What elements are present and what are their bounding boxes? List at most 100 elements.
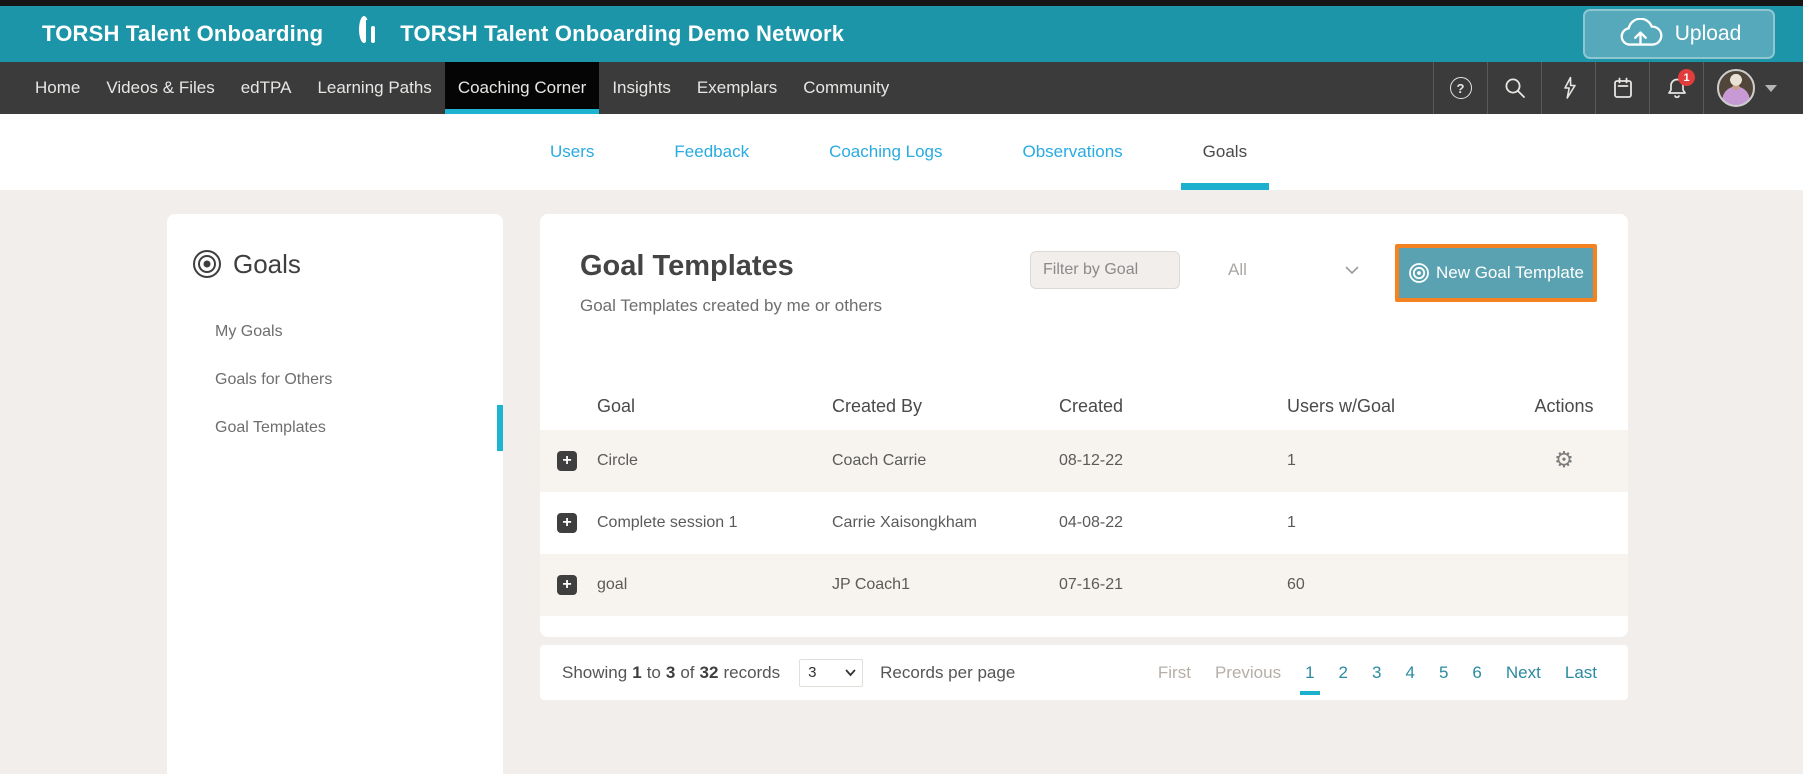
sidebar-item-my-goals[interactable]: My Goals	[167, 308, 503, 356]
expand-row-button[interactable]: +	[557, 575, 577, 595]
new-goal-template-label: New Goal Template	[1436, 263, 1584, 283]
cell-created-by: Carrie Xaisongkham	[832, 514, 1059, 532]
records-per-page-label: Records per page	[880, 663, 1015, 683]
search-icon	[1503, 76, 1527, 100]
cell-users-w-goal: 1	[1287, 452, 1517, 470]
caret-down-icon	[1765, 85, 1777, 92]
nav-item-community[interactable]: Community	[790, 62, 902, 114]
sidebar-item-label: My Goals	[215, 323, 283, 341]
upload-button[interactable]: Upload	[1583, 9, 1775, 59]
pagination: First Previous 1 2 3 4 5 6 Next Last	[1149, 663, 1606, 683]
new-goal-template-button[interactable]: New Goal Template	[1395, 244, 1597, 302]
pagination-previous[interactable]: Previous	[1206, 663, 1290, 683]
cloud-upload-icon	[1617, 18, 1663, 50]
help-button[interactable]: ?	[1433, 62, 1487, 114]
column-header-goal: Goal	[597, 396, 832, 417]
pagination-page-3[interactable]: 3	[1363, 663, 1390, 683]
pagination-page-1[interactable]: 1	[1296, 663, 1323, 683]
column-header-actions: Actions	[1517, 396, 1611, 417]
notification-badge: 1	[1678, 69, 1695, 86]
showing-total: 32	[700, 663, 719, 683]
calendar-button[interactable]	[1595, 62, 1649, 114]
nav-item-exemplars[interactable]: Exemplars	[684, 62, 790, 114]
nav-item-edtpa[interactable]: edTPA	[228, 62, 305, 114]
pagination-page-5[interactable]: 5	[1430, 663, 1457, 683]
filter-by-goal-input[interactable]	[1030, 251, 1180, 289]
new-goal-bullseye-icon	[1408, 262, 1430, 284]
cell-users-w-goal: 60	[1287, 576, 1517, 594]
page-title: Goal Templates	[580, 250, 794, 283]
table-header-row: Goal Created By Created Users w/Goal Act…	[540, 382, 1628, 430]
network-logo-icon	[359, 21, 386, 48]
nav-item-home[interactable]: Home	[22, 62, 93, 114]
tab-coaching-logs[interactable]: Coaching Logs	[799, 114, 972, 190]
records-per-page-select[interactable]: 3	[799, 659, 863, 687]
nav-item-insights[interactable]: Insights	[599, 62, 684, 114]
pagination-next[interactable]: Next	[1497, 663, 1550, 683]
cell-created: 04-08-22	[1059, 514, 1287, 532]
showing-from: 1	[632, 663, 641, 683]
tab-observations[interactable]: Observations	[993, 114, 1153, 190]
search-button[interactable]	[1487, 62, 1541, 114]
pagination-page-2[interactable]: 2	[1330, 663, 1357, 683]
coaching-corner-subnav: Users Feedback Coaching Logs Observation…	[0, 114, 1803, 190]
showing-text: records	[723, 663, 780, 683]
quick-actions-button[interactable]	[1541, 62, 1595, 114]
nav-item-videos-files[interactable]: Videos & Files	[93, 62, 227, 114]
nav-item-learning-paths[interactable]: Learning Paths	[304, 62, 444, 114]
records-summary: Showing 1 to 3 of 32 records 3 Records p…	[562, 659, 1015, 687]
notifications-button[interactable]: 1	[1649, 62, 1703, 114]
pagination-first[interactable]: First	[1149, 663, 1200, 683]
help-icon: ?	[1450, 77, 1472, 99]
upload-button-label: Upload	[1675, 22, 1742, 46]
cell-goal: Complete session 1	[597, 514, 832, 532]
sidebar-item-label: Goal Templates	[215, 419, 326, 437]
main-navigation: Home Videos & Files edTPA Learning Paths…	[0, 62, 1803, 114]
tab-goals[interactable]: Goals	[1173, 114, 1277, 190]
plus-icon: +	[562, 576, 571, 594]
column-header-created-by: Created By	[832, 396, 1059, 417]
user-avatar	[1717, 69, 1755, 107]
showing-text: Showing	[562, 663, 627, 683]
app-title: TORSH Talent Onboarding	[42, 21, 323, 47]
table-row: + goal JP Coach1 07-16-21 60	[540, 554, 1628, 616]
cell-created: 08-12-22	[1059, 452, 1287, 470]
tab-feedback[interactable]: Feedback	[644, 114, 779, 190]
pagination-page-6[interactable]: 6	[1463, 663, 1490, 683]
active-indicator	[497, 405, 503, 451]
showing-text: to	[647, 663, 661, 683]
goals-bullseye-icon	[191, 248, 223, 280]
table-footer: Showing 1 to 3 of 32 records 3 Records p…	[540, 645, 1628, 700]
nav-item-coaching-corner[interactable]: Coaching Corner	[445, 62, 600, 114]
cell-created: 07-16-21	[1059, 576, 1287, 594]
cell-goal: goal	[597, 576, 832, 594]
gear-icon[interactable]: ⚙	[1554, 450, 1574, 472]
goal-type-select-value: All	[1200, 260, 1247, 280]
table-row: + Complete session 1 Carrie Xaisongkham …	[540, 492, 1628, 554]
sidebar-item-goal-templates[interactable]: Goal Templates	[167, 404, 503, 452]
showing-to: 3	[666, 663, 675, 683]
chevron-down-icon	[1345, 266, 1359, 275]
sidebar-item-goals-for-others[interactable]: Goals for Others	[167, 356, 503, 404]
goal-templates-table: Goal Created By Created Users w/Goal Act…	[540, 382, 1628, 616]
calendar-icon	[1611, 76, 1635, 100]
showing-text: of	[680, 663, 694, 683]
pagination-last[interactable]: Last	[1556, 663, 1606, 683]
expand-row-button[interactable]: +	[557, 451, 577, 471]
cell-created-by: JP Coach1	[832, 576, 1059, 594]
plus-icon: +	[562, 452, 571, 470]
tab-users[interactable]: Users	[520, 114, 624, 190]
pagination-page-4[interactable]: 4	[1396, 663, 1423, 683]
goal-templates-panel: Goal Templates Goal Templates created by…	[540, 214, 1628, 637]
page-subtitle: Goal Templates created by me or others	[580, 296, 882, 316]
lightning-icon	[1558, 76, 1580, 100]
sidebar-title: Goals	[233, 249, 301, 280]
column-header-users-w-goal: Users w/Goal	[1287, 396, 1517, 417]
expand-row-button[interactable]: +	[557, 513, 577, 533]
profile-menu-button[interactable]	[1703, 62, 1803, 114]
cell-users-w-goal: 1	[1287, 514, 1517, 532]
goal-type-select[interactable]: All	[1200, 251, 1375, 289]
table-row: + Circle Coach Carrie 08-12-22 1 ⚙	[540, 430, 1628, 492]
app-header: TORSH Talent Onboarding TORSH Talent Onb…	[0, 6, 1803, 62]
cell-created-by: Coach Carrie	[832, 452, 1059, 470]
